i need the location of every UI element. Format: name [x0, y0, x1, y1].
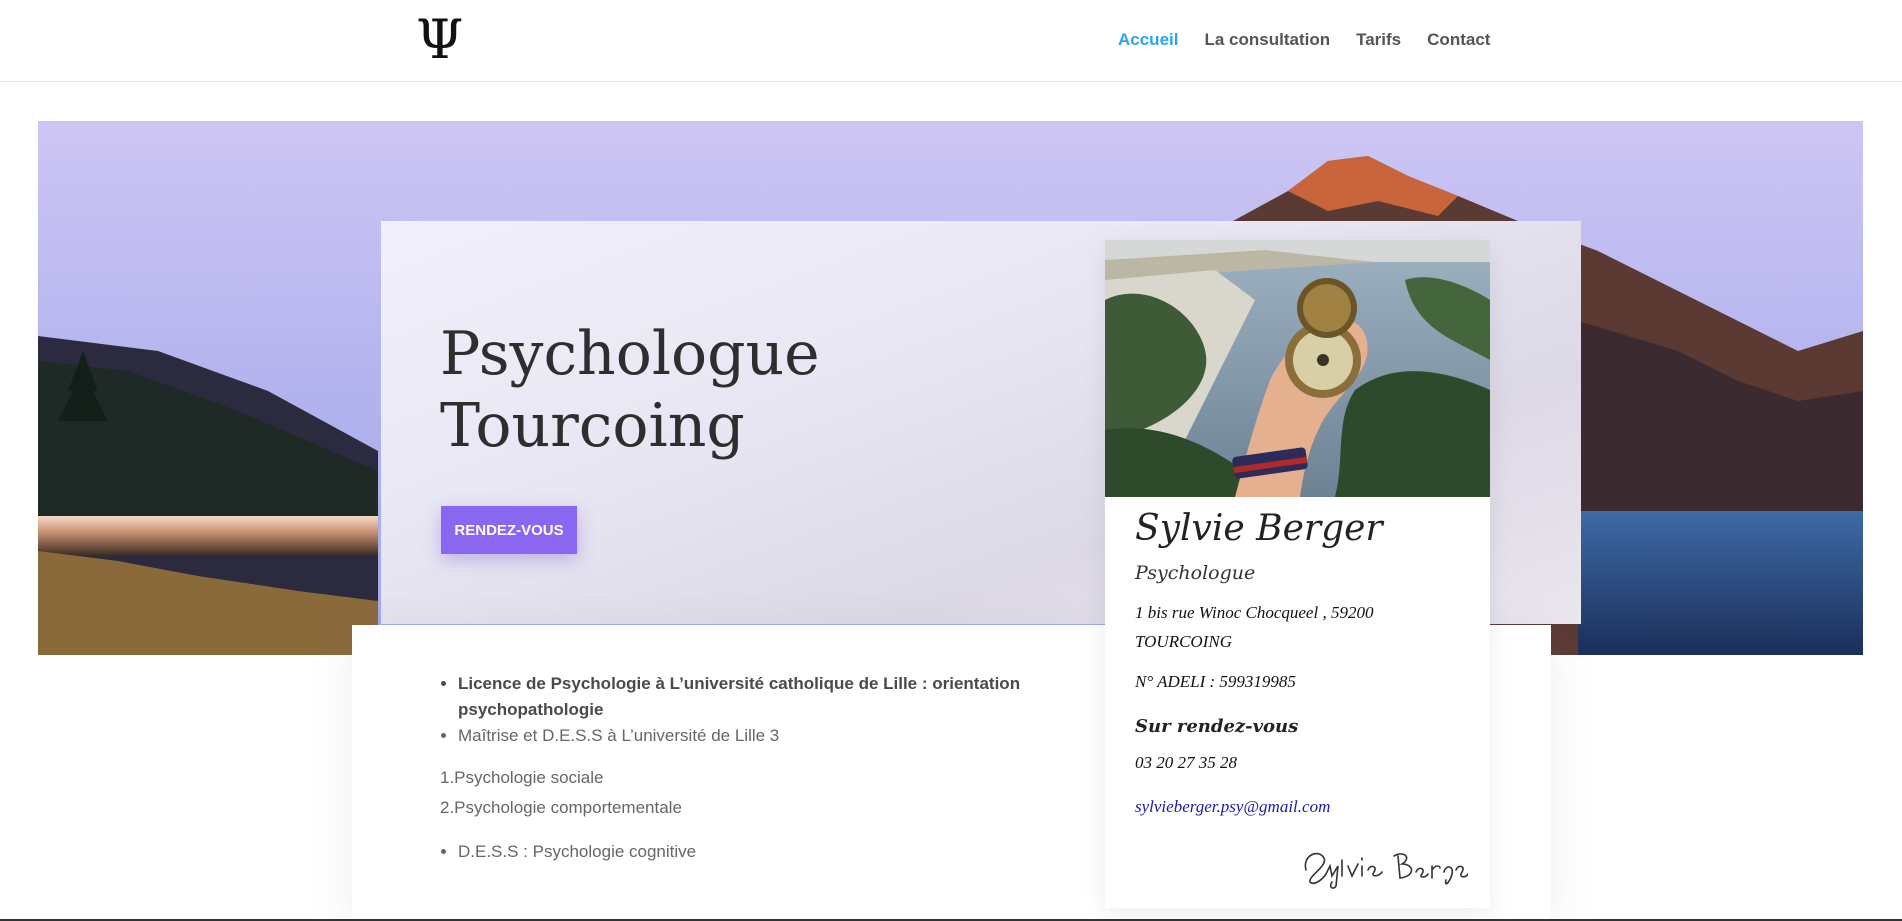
list-item: D.E.S.S : Psychologie cognitive — [458, 839, 1060, 865]
rdv-heading: Sur rendez-vous — [1135, 716, 1299, 737]
title-line-1: Psychologue — [440, 319, 820, 389]
site-header: Ψ Accueil La consultation Tarifs Contact — [0, 0, 1902, 82]
education-bullets-bottom: D.E.S.S : Psychologie cognitive — [440, 839, 1060, 865]
profile-role: Psychologue — [1135, 562, 1256, 584]
nav-la-consultation[interactable]: La consultation — [1204, 28, 1330, 52]
nav-tarifs[interactable]: Tarifs — [1356, 28, 1401, 52]
page-title: Psychologue Tourcoing — [440, 318, 1000, 462]
hand-compass-image — [1105, 240, 1490, 497]
list-item: Licence de Psychologie à L’université ca… — [458, 671, 1060, 723]
nav-contact[interactable]: Contact — [1427, 28, 1490, 52]
education-list: Licence de Psychologie à L’université ca… — [440, 671, 1060, 865]
address-line-1: 1 bis rue Winoc Chocqueel , 59200 — [1135, 603, 1374, 622]
numbered-item: 1.Psychologie sociale — [440, 768, 604, 787]
psi-logo[interactable]: Ψ — [416, 8, 463, 72]
education-bullets-top: Licence de Psychologie à L’université ca… — [440, 671, 1060, 749]
adeli-number: N° ADELI : 599319985 — [1135, 672, 1296, 691]
phone-number[interactable]: 03 20 27 35 28 — [1135, 753, 1237, 773]
nav-accueil[interactable]: Accueil — [1118, 28, 1178, 52]
list-item: Maîtrise et D.E.S.S à L’université de Li… — [458, 723, 1060, 749]
profile-address: 1 bis rue Winoc Chocqueel , 59200 TOURCO… — [1135, 598, 1435, 656]
rendez-vous-button[interactable]: RENDEZ-VOUS — [441, 506, 577, 554]
signature-image — [1304, 852, 1468, 889]
profile-name: Sylvie Berger — [1135, 508, 1383, 549]
address-line-2: TOURCOING — [1135, 632, 1232, 651]
main-nav: Accueil La consultation Tarifs Contact — [1118, 28, 1516, 52]
compass-photo — [1105, 240, 1490, 497]
numbered-item: 2.Psychologie comportementale — [440, 798, 682, 817]
email-link[interactable]: sylvieberger.psy@gmail.com — [1135, 797, 1330, 817]
title-line-2: Tourcoing — [440, 391, 745, 461]
